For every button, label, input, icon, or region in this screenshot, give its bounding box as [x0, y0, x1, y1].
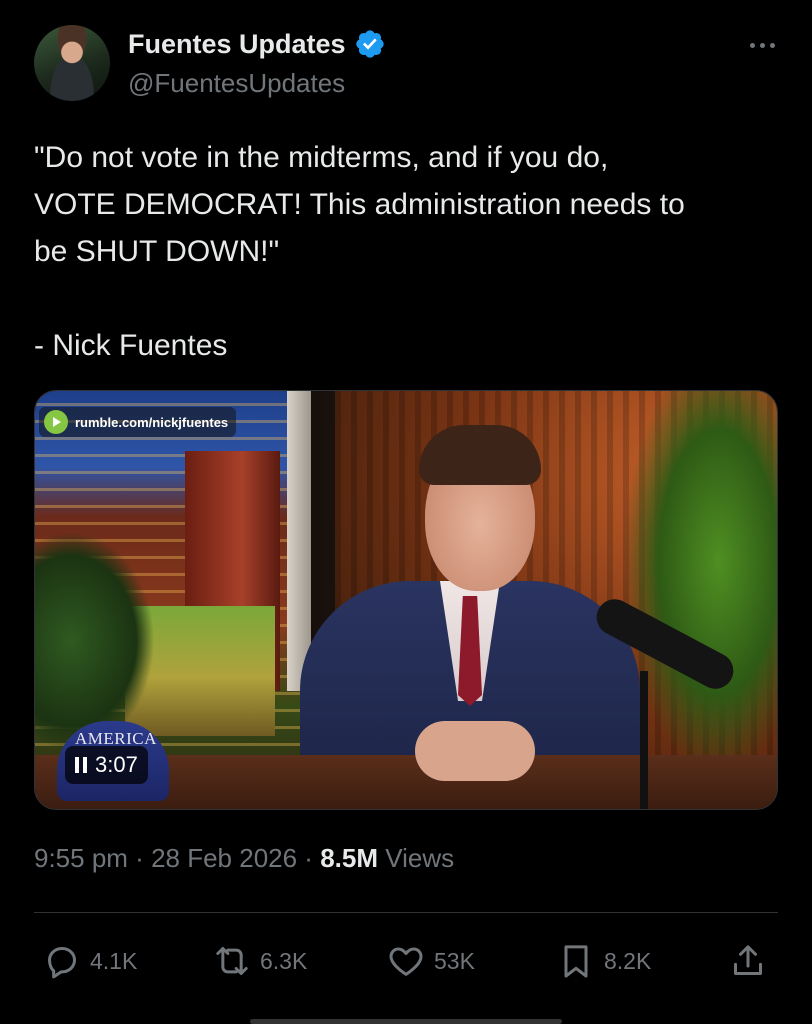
- repost-icon: [216, 947, 248, 975]
- video-microphone-stand: [640, 671, 648, 809]
- video-source-chip[interactable]: rumble.com/nickjfuentes: [39, 407, 237, 437]
- tweet-text: "Do not vote in the midterms, and if you…: [34, 134, 794, 369]
- tweet-date[interactable]: 28 Feb 2026: [151, 843, 297, 873]
- more-options-icon[interactable]: [742, 30, 782, 60]
- video-plant-left: [35, 531, 155, 751]
- author-handle[interactable]: @FuentesUpdates: [128, 68, 345, 99]
- verified-badge-icon: [355, 30, 384, 58]
- share-icon[interactable]: [728, 941, 768, 981]
- tweet-detail-page: Fuentes Updates @FuentesUpdates "Do not …: [0, 0, 812, 1024]
- pause-icon[interactable]: [75, 757, 87, 773]
- bookmark-icon: [564, 945, 588, 978]
- author-name-row[interactable]: Fuentes Updates: [128, 28, 386, 60]
- meta-separator: ·: [297, 843, 321, 873]
- divider: [34, 912, 778, 913]
- meta-separator: ·: [127, 843, 152, 873]
- author-avatar[interactable]: [34, 25, 110, 101]
- tweet-line: "Do not vote in the midterms, and if you…: [34, 141, 609, 174]
- views-label: Views: [385, 843, 455, 873]
- like-button[interactable]: 53K: [386, 941, 475, 981]
- video-host-hair: [419, 425, 541, 485]
- video-source-text: rumble.com/nickjfuentes: [75, 414, 229, 430]
- views-count: 8.5M: [320, 843, 378, 873]
- tweet-meta: 9:55 pm · 28 Feb 2026 · 8.5M Views: [34, 843, 454, 874]
- author-name[interactable]: Fuentes Updates: [128, 29, 346, 60]
- rumble-logo-icon: [44, 410, 68, 434]
- tweet-attribution: - Nick Fuentes: [34, 329, 228, 362]
- tweet-line: be SHUT DOWN!": [34, 235, 280, 268]
- video-host-hands: [415, 721, 535, 781]
- bookmark-button[interactable]: 8.2K: [556, 941, 651, 981]
- video-elapsed-time: 3:07: [95, 752, 138, 777]
- reply-button[interactable]: 4.1K: [42, 941, 137, 981]
- reply-count: 4.1K: [90, 947, 138, 974]
- video-time-badge[interactable]: 3:07: [65, 746, 148, 784]
- like-count: 53K: [434, 947, 475, 974]
- video-player[interactable]: AMERICA rumble.com/nickjfuentes 3:07: [34, 390, 778, 810]
- video-background-pillar: [287, 391, 311, 691]
- tweet-time[interactable]: 9:55 pm: [34, 843, 128, 873]
- repost-button[interactable]: 6.3K: [212, 941, 307, 981]
- repost-count: 6.3K: [260, 947, 308, 974]
- home-indicator: [250, 1019, 562, 1024]
- bookmark-count: 8.2K: [604, 947, 652, 974]
- tweet-line: VOTE DEMOCRAT! This administration needs…: [34, 188, 685, 221]
- heart-icon: [389, 947, 423, 976]
- reply-icon: [48, 947, 76, 979]
